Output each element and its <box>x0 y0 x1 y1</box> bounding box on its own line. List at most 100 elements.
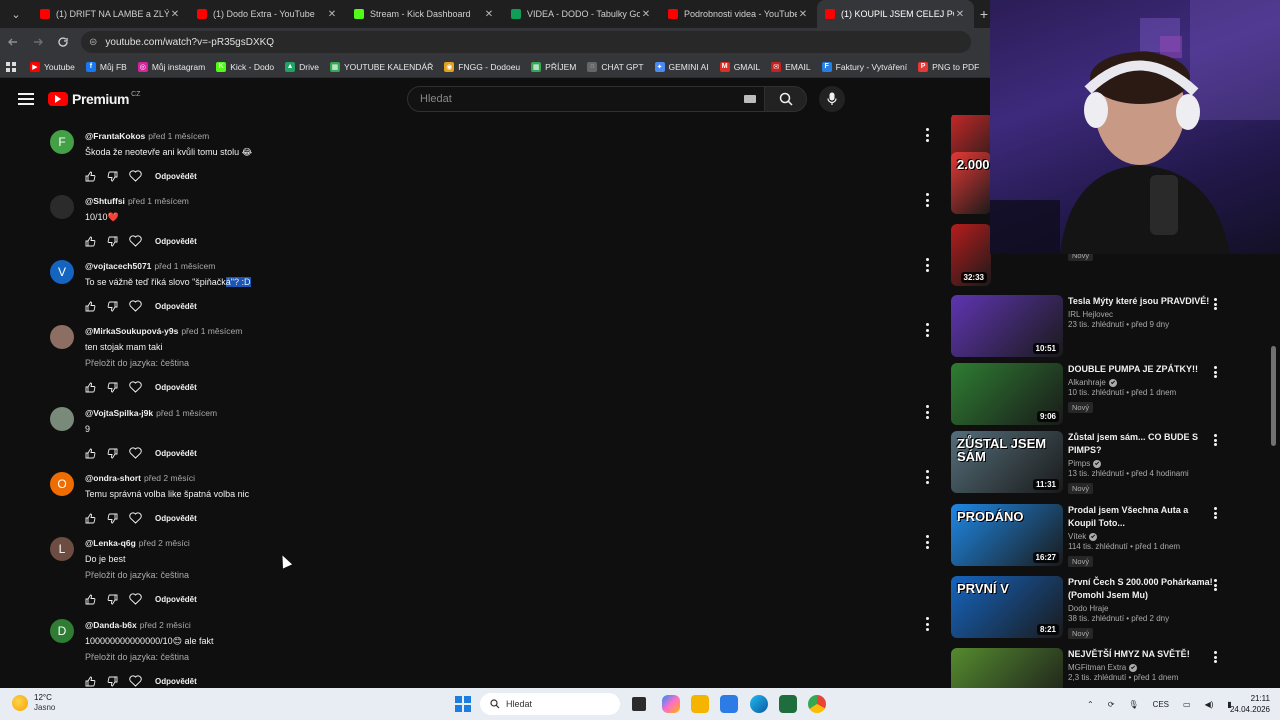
bookmark-item[interactable]: F Faktury - Vytváření <box>821 61 907 72</box>
close-tab-icon[interactable]: ✕ <box>326 9 338 20</box>
video-thumbnail[interactable]: PRODÁNO 16:27 <box>951 504 1063 566</box>
comment-more-icon[interactable] <box>922 535 932 549</box>
file-explorer-icon[interactable] <box>691 695 709 713</box>
start-button[interactable] <box>455 696 471 712</box>
dislike-icon[interactable] <box>107 674 129 687</box>
dislike-icon[interactable] <box>107 234 129 248</box>
video-title[interactable]: NEJVĚTŠÍ HMYZ NA SVĚTĚ! <box>1068 648 1218 661</box>
video-title[interactable]: Zůstal jsem sám... CO BUDE S PIMPS? <box>1068 431 1218 457</box>
bookmark-item[interactable]: f Můj FB <box>85 61 127 72</box>
browser-tab[interactable]: (1) KOUPIL JSEM CELEJ PC SETU✕ <box>817 0 974 28</box>
comment-author[interactable]: @Lenka-q6g <box>85 538 136 548</box>
commenter-avatar[interactable]: L <box>50 537 74 561</box>
commenter-avatar[interactable]: V <box>50 260 74 284</box>
comment-author[interactable]: @MirkaSoukupová-y9s <box>85 326 178 336</box>
reload-button[interactable] <box>51 30 75 54</box>
chevron-up-icon[interactable]: ⌃ <box>1087 700 1094 709</box>
video-more-icon[interactable] <box>1212 298 1218 310</box>
bookmark-item[interactable]: ▦ PŘÍJEM <box>531 61 576 72</box>
task-view-icon[interactable] <box>632 697 646 711</box>
browser-tab[interactable]: (1) Dodo Extra - YouTube ✕ <box>189 0 346 28</box>
comment-author[interactable]: @FrantaKokos <box>85 131 145 141</box>
reply-button[interactable]: Odpovědět <box>155 172 197 181</box>
youtube-premium-logo[interactable]: Premium CZ <box>48 91 140 107</box>
bookmark-item[interactable]: ◉ FNGG - Dodoeu <box>444 61 520 72</box>
comment-time[interactable]: před 1 měsícem <box>154 261 215 271</box>
comment-time[interactable]: před 2 měsíci <box>144 473 195 483</box>
translate-link[interactable]: Přeložit do jazyka: čeština <box>85 358 885 370</box>
dislike-icon[interactable] <box>107 299 129 313</box>
heart-icon[interactable] <box>129 446 151 460</box>
menu-icon[interactable] <box>18 93 34 105</box>
search-button[interactable] <box>765 86 807 112</box>
close-tab-icon[interactable]: ✕ <box>483 9 495 20</box>
reply-button[interactable]: Odpovědět <box>155 237 197 246</box>
dislike-icon[interactable] <box>107 446 129 460</box>
channel-name[interactable]: Vítek <box>1068 532 1086 541</box>
comment-time[interactable]: před 1 měsícem <box>156 408 217 418</box>
like-icon[interactable] <box>85 380 107 394</box>
translate-link[interactable]: Přeložit do jazyka: čeština <box>85 570 885 582</box>
comment-more-icon[interactable] <box>922 617 932 631</box>
copilot-icon[interactable] <box>662 695 680 713</box>
browser-tab[interactable]: Stream - Kick Dashboard ✕ <box>346 0 503 28</box>
heart-icon[interactable] <box>129 380 151 394</box>
bookmark-item[interactable]: ✉ EMAIL <box>771 61 811 72</box>
reply-button[interactable]: Odpovědět <box>155 595 197 604</box>
like-icon[interactable] <box>85 299 107 313</box>
translate-link[interactable]: Přeložit do jazyka: čeština <box>85 652 885 664</box>
dislike-icon[interactable] <box>107 169 129 183</box>
heart-icon[interactable] <box>129 511 151 525</box>
commenter-avatar[interactable] <box>50 195 74 219</box>
comment-author[interactable]: @VojtaSpilka-j9k <box>85 408 153 418</box>
comment-more-icon[interactable] <box>922 128 932 142</box>
comment-author[interactable]: @vojtacech5071 <box>85 261 151 271</box>
video-more-icon[interactable] <box>1212 651 1218 663</box>
search-input[interactable]: Hledat <box>407 86 765 112</box>
commenter-avatar[interactable]: O <box>50 472 74 496</box>
video-more-icon[interactable] <box>1212 507 1218 519</box>
taskbar-search-box[interactable]: Hledat <box>480 693 620 715</box>
commenter-avatar[interactable]: D <box>50 619 74 643</box>
like-icon[interactable] <box>85 511 107 525</box>
video-thumbnail[interactable]: PRVNÍ V 8:21 <box>951 576 1063 638</box>
bookmark-item[interactable]: ▶ Youtube <box>30 61 75 72</box>
comment-more-icon[interactable] <box>922 470 932 484</box>
video-thumbnail[interactable]: 2.000 <box>951 152 991 214</box>
chrome-icon[interactable] <box>808 695 826 713</box>
video-title[interactable]: DOUBLE PUMPA JE ZPÁTKY!! <box>1068 363 1218 376</box>
video-title[interactable]: Tesla Mýty které jsou PRAVDIVÉ! <box>1068 295 1218 308</box>
browser-tab[interactable]: Podrobnosti videa - YouTube St✕ <box>660 0 817 28</box>
comment-time[interactable]: před 1 měsícem <box>128 196 189 206</box>
browser-tab[interactable]: VIDEA - DODO - Tabulky Googl✕ <box>503 0 660 28</box>
reply-button[interactable]: Odpovědět <box>155 677 197 686</box>
video-more-icon[interactable] <box>1212 579 1218 591</box>
comment-time[interactable]: před 1 měsícem <box>181 326 242 336</box>
channel-name[interactable]: Pimps <box>1068 459 1090 468</box>
heart-icon[interactable] <box>129 674 151 687</box>
reply-button[interactable]: Odpovědět <box>155 514 197 523</box>
bookmark-item[interactable]: ◎ Můj instagram <box>137 61 205 72</box>
video-more-icon[interactable] <box>1212 434 1218 446</box>
outlook-icon[interactable] <box>720 695 738 713</box>
like-icon[interactable] <box>85 674 107 687</box>
bookmark-item[interactable]: ▲ Drive <box>285 61 319 72</box>
video-thumbnail[interactable]: 9:06 <box>951 363 1063 425</box>
edge-icon[interactable] <box>750 695 768 713</box>
back-button[interactable] <box>1 30 25 54</box>
bookmark-item[interactable]: M GMAIL <box>719 61 760 72</box>
like-icon[interactable] <box>85 169 107 183</box>
forward-button[interactable] <box>26 30 50 54</box>
video-thumbnail[interactable]: 10:51 <box>951 295 1063 357</box>
scrollbar-thumb[interactable] <box>1271 346 1276 446</box>
reply-button[interactable]: Odpovědět <box>155 383 197 392</box>
like-icon[interactable] <box>85 234 107 248</box>
dislike-icon[interactable] <box>107 380 129 394</box>
bookmark-item[interactable]: ✦ GEMINI AI <box>654 61 709 72</box>
commenter-avatar[interactable] <box>50 407 74 431</box>
bookmark-item[interactable]: ◌ CHAT GPT <box>587 61 644 72</box>
system-clock[interactable]: 21:11 24.04.2026 <box>1220 693 1270 715</box>
dislike-icon[interactable] <box>107 592 129 606</box>
channel-name[interactable]: Dodo Hraje <box>1068 604 1108 613</box>
video-title[interactable]: První Čech S 200.000 Pohárkama! (Pomohl … <box>1068 576 1218 602</box>
